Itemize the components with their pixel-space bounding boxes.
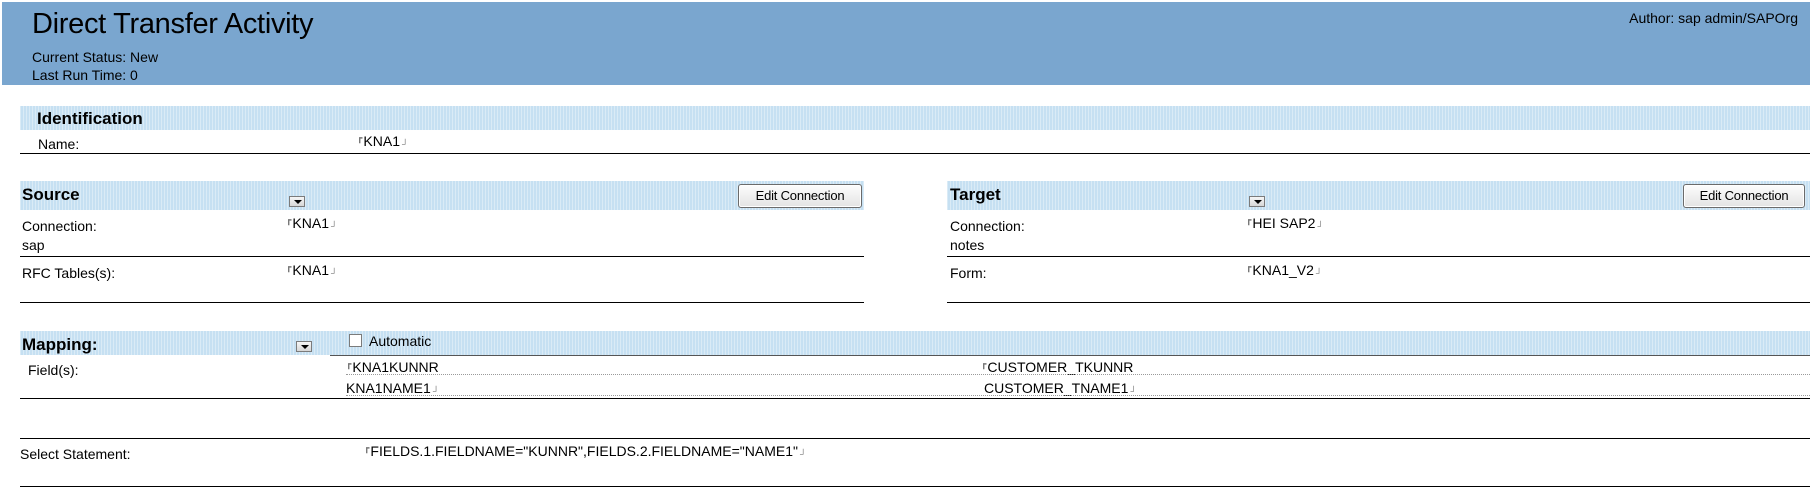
select-statement-label: Select Statement: bbox=[20, 446, 131, 462]
target-connection-value: HEI SAP2 bbox=[1252, 215, 1316, 231]
target-divider-1 bbox=[947, 256, 1810, 257]
select-statement-value: FIELDS.1.FIELDNAME="KUNNR",FIELDS.2.FIEL… bbox=[370, 443, 798, 459]
status-value: New bbox=[130, 49, 159, 65]
field-close-marker: ┘ bbox=[799, 449, 807, 459]
target-connection-type: notes bbox=[950, 237, 985, 253]
source-edit-connection-button[interactable]: Edit Connection bbox=[738, 184, 862, 208]
source-connection-label: Connection: bbox=[22, 218, 97, 234]
field-open-marker: ┏ bbox=[346, 359, 352, 369]
rfc-tables-value: KNA1 bbox=[292, 262, 329, 278]
field-close-marker: ┘ bbox=[331, 268, 338, 278]
name-field[interactable]: ┏KNA1 ┘ bbox=[357, 133, 408, 149]
mapping-band bbox=[20, 331, 1810, 355]
target-divider-2 bbox=[947, 302, 1810, 303]
author-label: Author: bbox=[1629, 10, 1675, 26]
field-close-marker: ┘ bbox=[1315, 268, 1323, 278]
select-top-divider bbox=[20, 438, 1810, 439]
source-dropdown-icon[interactable] bbox=[289, 196, 305, 207]
target-field-2[interactable]: CUSTOMER_TNAME1 ┘ bbox=[984, 380, 1137, 396]
rfc-tables-field[interactable]: ┏KNA1 ┘ bbox=[286, 262, 337, 278]
mapping-divider bbox=[20, 398, 1810, 399]
identification-band bbox=[20, 106, 1810, 130]
rfc-tables-label: RFC Tables(s): bbox=[22, 265, 116, 281]
target-band bbox=[947, 181, 1810, 210]
field-open-marker: ┏ bbox=[981, 359, 987, 369]
select-statement-field[interactable]: ┏FIELDS.1.FIELDNAME="KUNNR",FIELDS.2.FIE… bbox=[364, 443, 806, 459]
automatic-checkbox[interactable] bbox=[349, 334, 362, 347]
source-field-1-value: KNA1KUNNR bbox=[352, 359, 439, 375]
select-bottom-divider bbox=[20, 486, 1810, 487]
field-open-marker: ┏ bbox=[1246, 215, 1252, 225]
source-connection-field[interactable]: ┏KNA1 ┘ bbox=[286, 215, 337, 231]
fields-label: Field(s): bbox=[28, 362, 79, 378]
field-close-marker: ┘ bbox=[402, 139, 409, 149]
field-open-marker: ┏ bbox=[286, 215, 292, 225]
field-open-marker: ┏ bbox=[286, 262, 292, 272]
target-field-1[interactable]: ┏CUSTOMER_TKUNNR bbox=[981, 359, 1133, 375]
automatic-label: Automatic bbox=[369, 333, 432, 349]
name-value: KNA1 bbox=[363, 133, 400, 149]
target-field-1-value: CUSTOMER_TKUNNR bbox=[987, 359, 1134, 375]
name-label: Name: bbox=[38, 136, 80, 152]
source-connection-value: KNA1 bbox=[292, 215, 329, 231]
source-divider-2 bbox=[20, 302, 864, 303]
source-divider-1 bbox=[20, 256, 864, 257]
status-label: Current Status: bbox=[32, 49, 127, 65]
target-connection-field[interactable]: ┏HEI SAP2 ┘ bbox=[1246, 215, 1324, 231]
form-field[interactable]: ┏KNA1_V2 ┘ bbox=[1246, 262, 1322, 278]
form-value: KNA1_V2 bbox=[1252, 262, 1314, 278]
last-run-time: Last Run Time: 0 bbox=[32, 67, 138, 83]
page-title: Direct Transfer Activity bbox=[32, 8, 314, 40]
mapping-band-underline bbox=[330, 355, 1810, 356]
field-close-marker: ┘ bbox=[1317, 221, 1324, 231]
mapping-row-divider-1 bbox=[346, 374, 1810, 376]
last-run-value: 0 bbox=[130, 67, 138, 83]
form-label: Form: bbox=[950, 265, 987, 281]
field-open-marker: ┏ bbox=[357, 133, 363, 143]
mapping-dropdown-icon[interactable] bbox=[296, 341, 312, 352]
source-field-2-value: KNA1NAME1 bbox=[346, 380, 431, 396]
page-header: Direct Transfer Activity Current Status:… bbox=[2, 2, 1810, 85]
field-open-marker: ┏ bbox=[1246, 262, 1252, 272]
author: Author: sap admin/SAPOrg bbox=[1629, 10, 1798, 26]
field-close-marker: ┘ bbox=[331, 221, 338, 231]
source-field-1[interactable]: ┏KNA1KUNNR bbox=[346, 359, 439, 375]
target-field-2-value: CUSTOMER_TNAME1 bbox=[984, 380, 1129, 396]
source-field-2[interactable]: KNA1NAME1 ┘ bbox=[346, 380, 439, 396]
author-value: sap admin/SAPOrg bbox=[1678, 10, 1798, 26]
mapping-title: Mapping: bbox=[22, 335, 98, 354]
source-connection-type: sap bbox=[22, 237, 45, 253]
target-title: Target bbox=[950, 185, 1001, 204]
mapping-row-divider-2 bbox=[346, 395, 1810, 397]
identification-divider bbox=[20, 153, 1810, 154]
last-run-label: Last Run Time: bbox=[32, 67, 127, 83]
current-status: Current Status: New bbox=[32, 49, 158, 65]
target-connection-label: Connection: bbox=[950, 218, 1025, 234]
identification-title: Identification bbox=[37, 109, 143, 128]
field-open-marker: ┏ bbox=[364, 443, 370, 453]
target-edit-connection-button[interactable]: Edit Connection bbox=[1683, 184, 1805, 208]
target-dropdown-icon[interactable] bbox=[1249, 196, 1265, 207]
source-title: Source bbox=[22, 185, 80, 204]
